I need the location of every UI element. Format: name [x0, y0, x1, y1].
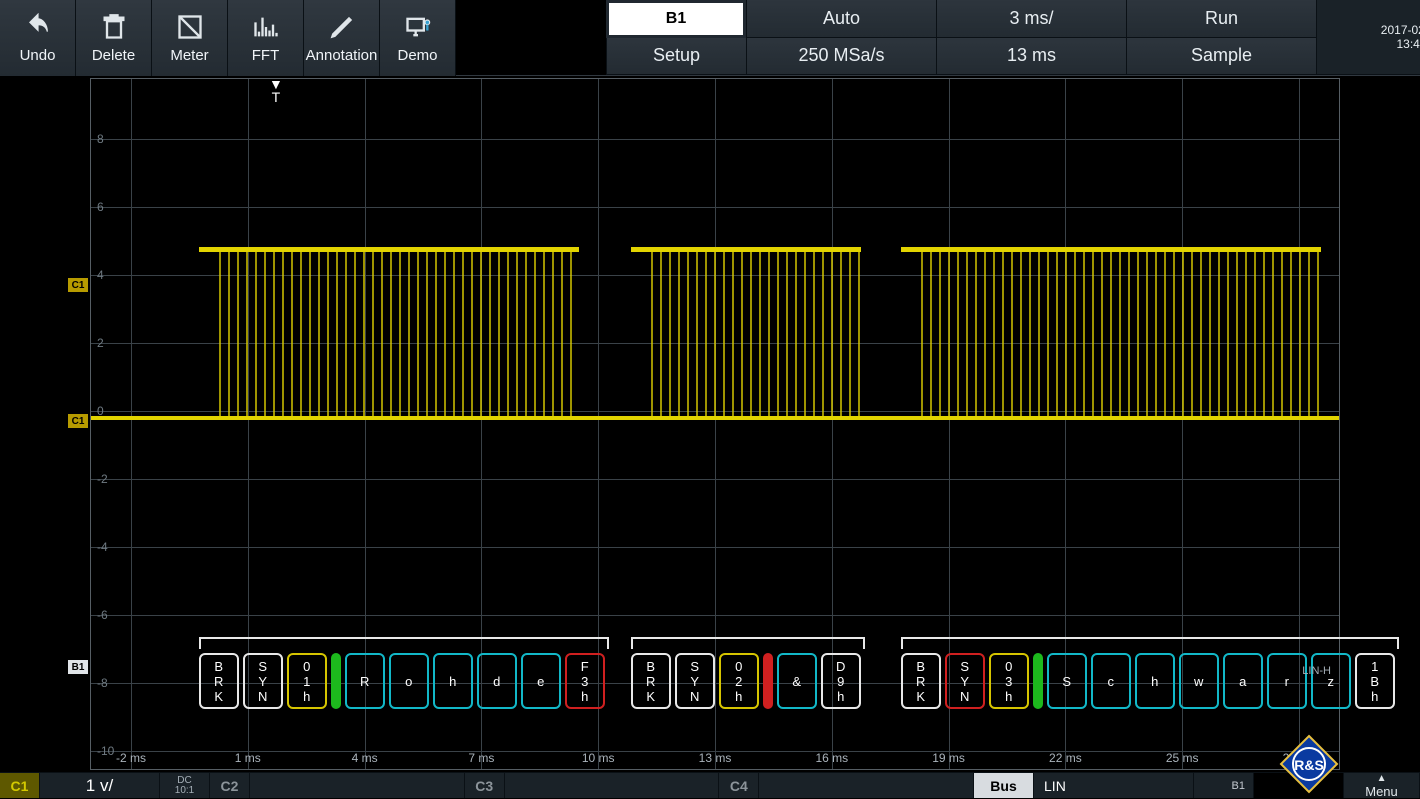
acquisition-panel: B1 Auto 3 ms/ Run 2017-02-08 13:49 Setup…: [606, 0, 1420, 75]
decoded-cell: D9h: [821, 653, 861, 709]
decoded-cell: a: [1223, 653, 1263, 709]
date-label: 2017-02-08: [1381, 23, 1420, 37]
decoded-cell: BRK: [901, 653, 941, 709]
decoded-cell: o: [389, 653, 429, 709]
fft-button[interactable]: FFT: [228, 0, 304, 76]
decoded-cell: [763, 653, 773, 709]
c2-spacer: [250, 773, 465, 798]
decoded-cell: F3h: [565, 653, 605, 709]
c1-ground-tag[interactable]: C1: [67, 413, 89, 429]
sample-rate-cell[interactable]: 250 MSa/s: [746, 38, 936, 76]
annotation-button[interactable]: Annotation: [304, 0, 380, 76]
fft-label: FFT: [252, 47, 280, 64]
rohde-schwarz-logo-icon: R&S: [1279, 734, 1339, 794]
acq-mode-cell[interactable]: Sample: [1126, 38, 1316, 76]
setup-cell[interactable]: Setup: [606, 38, 746, 76]
decoded-cell: d: [477, 653, 517, 709]
datetime-cell: 2017-02-08 13:49: [1316, 0, 1420, 75]
demo-label: Demo: [397, 47, 437, 64]
gear-icon: [565, 27, 587, 49]
decoded-cell: 01h: [287, 653, 327, 709]
timebase-cell[interactable]: 3 ms/: [936, 0, 1126, 38]
brand-logo-area: R&S: [1254, 773, 1344, 798]
demo-button[interactable]: Demo: [380, 0, 456, 76]
bus-badge[interactable]: B1: [606, 0, 746, 38]
settings-button[interactable]: [546, 0, 606, 75]
time-label: 13:49: [1396, 37, 1420, 51]
decoded-cell: 02h: [719, 653, 759, 709]
decoded-cell: SYN: [945, 653, 985, 709]
c4-spacer: [759, 773, 974, 798]
decoded-cell: &: [777, 653, 817, 709]
delete-label: Delete: [92, 47, 135, 64]
decoded-cell: SYN: [243, 653, 283, 709]
decoded-frame[interactable]: BRKSYN02h&D9h: [631, 653, 861, 709]
decoded-cell: h: [433, 653, 473, 709]
channel-c4-button[interactable]: C4: [719, 773, 759, 798]
meter-icon: [176, 13, 204, 41]
decoded-cell: h: [1135, 653, 1175, 709]
waveform-stage[interactable]: 86420-2-4-6-8-10-2 ms1 ms4 ms7 ms10 ms13…: [90, 78, 1340, 770]
decoded-cell: BRK: [199, 653, 239, 709]
undo-button[interactable]: Undo: [0, 0, 76, 76]
decoded-cell: S: [1047, 653, 1087, 709]
delete-button[interactable]: Delete: [76, 0, 152, 76]
svg-text:R&S: R&S: [1294, 757, 1324, 773]
decode-row: BRKSYN01hRohdeF3hBRKSYN02h&D9hBRKSYN03hS…: [91, 617, 1339, 715]
decoded-frame[interactable]: BRKSYN03h Schwarz1Bh: [901, 653, 1395, 709]
decoded-cell: [1033, 653, 1043, 709]
decoded-cell: c: [1091, 653, 1131, 709]
toolbar-spacer: [456, 0, 546, 75]
bus-button[interactable]: Bus: [974, 773, 1034, 798]
demo-icon: [404, 13, 432, 41]
record-length-cell[interactable]: 13 ms: [936, 38, 1126, 76]
decoded-cell: [331, 653, 341, 709]
bus-type-label[interactable]: LIN: [1034, 773, 1194, 798]
pencil-icon: [328, 13, 356, 41]
probe-label: 10:1: [175, 786, 194, 796]
top-toolbar: Undo Delete Meter FFT Annotation Demo B1…: [0, 0, 1420, 76]
bottom-bar: C1 1 v/ DC 10:1 C2 C3 C4 Bus LIN B1 R&S …: [0, 772, 1420, 798]
decoded-cell: R: [345, 653, 385, 709]
decoded-cell: e: [521, 653, 561, 709]
menu-label: Menu: [1365, 784, 1398, 799]
decoded-cell: SYN: [675, 653, 715, 709]
c1-coupling[interactable]: DC 10:1: [160, 773, 210, 798]
bus-protocol-label: LIN-H: [1302, 665, 1331, 677]
channel-c2-button[interactable]: C2: [210, 773, 250, 798]
trash-icon: [100, 13, 128, 41]
decoded-cell: 03h: [989, 653, 1029, 709]
decoded-cell: r: [1267, 653, 1307, 709]
decoded-cell: BRK: [631, 653, 671, 709]
b1-tag[interactable]: B1: [67, 659, 89, 675]
decoded-frame[interactable]: BRKSYN01h RohdeF3h: [199, 653, 605, 709]
toolbar-left-group: Undo Delete Meter FFT Annotation Demo: [0, 0, 456, 75]
undo-label: Undo: [20, 47, 56, 64]
chevron-up-icon: ▲: [1377, 773, 1387, 784]
fft-icon: [252, 13, 280, 41]
undo-icon: [24, 13, 52, 41]
c1-trigger-tag[interactable]: C1: [67, 277, 89, 293]
annotation-label: Annotation: [306, 47, 378, 64]
decoded-cell: w: [1179, 653, 1219, 709]
channel-c1-button[interactable]: C1: [0, 773, 40, 798]
c3-spacer: [505, 773, 720, 798]
decoded-cell: 1Bh: [1355, 653, 1395, 709]
channel-c3-button[interactable]: C3: [465, 773, 505, 798]
bus-b1-sup: B1: [1194, 773, 1254, 798]
trigger-mode-cell[interactable]: Auto: [746, 0, 936, 38]
c1-vdiv[interactable]: 1 v/: [40, 773, 160, 798]
coupling-label: DC: [177, 776, 191, 786]
meter-label: Meter: [170, 47, 208, 64]
meter-button[interactable]: Meter: [152, 0, 228, 76]
decoded-cell: z: [1311, 653, 1351, 709]
run-state-cell[interactable]: Run: [1126, 0, 1316, 38]
menu-button[interactable]: ▲ Menu: [1344, 773, 1420, 798]
